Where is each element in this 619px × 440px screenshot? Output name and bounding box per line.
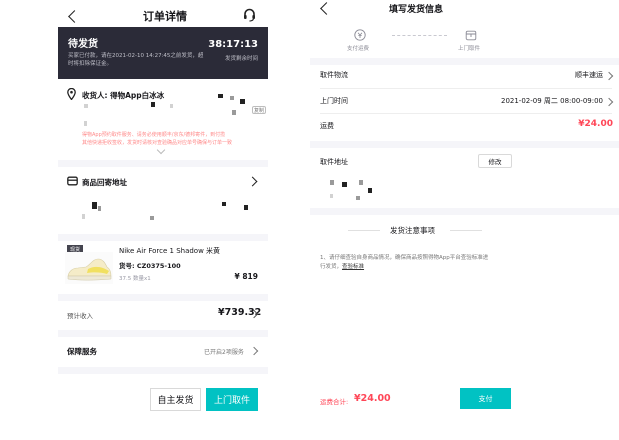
divider (320, 113, 612, 114)
page-title: 订单详情 (143, 10, 187, 23)
self-ship-button[interactable]: 自主发货 (150, 388, 201, 411)
section-gap (58, 330, 268, 337)
payment-icon (354, 29, 366, 41)
pickup-button[interactable]: 上门取件 (206, 388, 258, 411)
section-gap (310, 58, 619, 65)
status-desc-line2: 时将扣除保证金。 (68, 61, 113, 67)
order-status-banner: 待发货 买家已付款，请在2021-02-10 14:27:45之前发货，超 时将… (58, 27, 268, 79)
location-pin-icon (67, 88, 76, 100)
redacted-text (170, 104, 173, 108)
redacted-text (218, 94, 223, 98)
redacted-text (84, 121, 87, 126)
redacted-text (151, 102, 155, 107)
status-title: 待发货 (68, 39, 98, 50)
back-icon[interactable] (320, 2, 333, 15)
redacted-text (222, 202, 226, 206)
redacted-text (368, 188, 372, 193)
notice-line2: 行发货，查验标准 (320, 262, 364, 270)
notice-line2-text: 行发货， (320, 264, 343, 270)
order-detail-screen: 订单详情 待发货 买家已付款，请在2021-02-10 14:27:45之前发货… (0, 0, 310, 440)
back-icon[interactable] (68, 10, 81, 23)
redacted-text (359, 180, 363, 185)
product-name: Nike Air Force 1 Shadow 米黄 (119, 247, 221, 255)
step-payment-label: 支付运费 (347, 46, 370, 52)
return-address-label: 商品回寄地址 (82, 178, 127, 187)
product-meta: 37.5 数量x1 (119, 276, 151, 282)
receiver-note-line2: 其他快递拒收签收，发货时请核对查验确品对应单号确保与订单一致 (82, 140, 233, 146)
income-label: 预计收入 (67, 312, 93, 320)
service-label: 保障服务 (67, 347, 97, 356)
redacted-text (232, 110, 236, 115)
redacted-text (356, 196, 360, 200)
pickup-time-arrow-icon[interactable] (604, 97, 614, 107)
product-sku: 货号: CZ0375-100 (119, 262, 181, 270)
divider (320, 88, 612, 89)
truck-icon (67, 176, 78, 186)
total-value: ¥24.00 (354, 393, 391, 404)
section-gap (58, 367, 268, 374)
section-gap (310, 208, 619, 215)
total-label: 运费合计: (320, 398, 349, 406)
page-title: 填写发货信息 (389, 5, 444, 15)
self-ship-button-label: 自主发货 (157, 396, 194, 406)
redacted-text (98, 206, 101, 211)
redacted-text (230, 96, 234, 100)
countdown-timer: 38:17:13 (208, 39, 258, 50)
redacted-text (244, 205, 248, 210)
courier-arrow-icon[interactable] (604, 71, 614, 81)
redacted-text (330, 180, 334, 185)
sneaker-image[interactable] (65, 252, 113, 284)
receiver-name: 收货人: 得物App白冰冰 (82, 91, 165, 100)
product-price: ¥ 819 (234, 272, 259, 281)
redacted-text (84, 104, 88, 108)
inspection-standard-link[interactable]: 查验标准 (342, 264, 364, 270)
redacted-text (150, 216, 154, 220)
shipping-fee-label: 运费 (320, 122, 334, 130)
section-gap (58, 294, 268, 301)
pickup-button-label: 上门取件 (213, 396, 250, 406)
pickup-icon (465, 30, 477, 41)
step-pickup-label: 上门取件 (458, 46, 481, 52)
return-address-arrow-icon[interactable] (247, 176, 258, 187)
status-desc-line1: 买家已付款，请在2021-02-10 14:27:45之前发货，超 (68, 53, 204, 59)
courier-value[interactable]: 顺丰速运 (575, 70, 603, 80)
shipping-fee-value: ¥24.00 (578, 119, 613, 129)
section-gap (58, 160, 268, 167)
notice-line1: 1、请仔细查验自身商品情况，确保商品按照得物App平台查验标准进 (320, 255, 489, 261)
section-gap (310, 141, 619, 148)
notice-title: 发货注意事项 (390, 226, 435, 235)
pickup-time-label: 上门时间 (320, 97, 348, 105)
pay-button[interactable]: 支付 (460, 388, 511, 409)
redacted-text (342, 182, 347, 187)
notice-divider-right (450, 230, 482, 231)
copy-button[interactable]: 复制 (252, 106, 266, 114)
redacted-text (92, 202, 97, 209)
customer-service-icon[interactable] (243, 8, 256, 22)
pickup-time-value[interactable]: 2021-02-09 周二 08:00-09:00 (501, 96, 603, 106)
receiver-note-line1: 得物App预约取件服务、请务必使用顺丰/京东/德邦寄件，到付揽 (82, 132, 226, 138)
section-gap (58, 234, 268, 241)
edit-address-button[interactable]: 修改 (478, 154, 512, 168)
redacted-text (82, 214, 85, 219)
redacted-text (240, 99, 245, 104)
edit-address-button-label: 修改 (488, 158, 502, 166)
pay-button-label: 支付 (478, 394, 493, 403)
service-arrow-icon[interactable] (249, 346, 259, 356)
countdown-label: 发货剩余时间 (224, 56, 258, 62)
expand-icon[interactable] (156, 145, 166, 155)
step-connector (392, 35, 447, 36)
notice-divider-left (348, 230, 380, 231)
shipping-info-screen: 填写发货信息 支付运费 上门取件 取件物流 顺丰速运 上门时间 2021-02-… (310, 0, 619, 440)
pickup-address-label: 取件地址 (320, 158, 348, 166)
copy-button-label: 复制 (253, 107, 264, 114)
redacted-text (330, 194, 333, 198)
courier-label: 取件物流 (320, 71, 348, 79)
service-value: 已开启2项服务 (204, 349, 244, 356)
